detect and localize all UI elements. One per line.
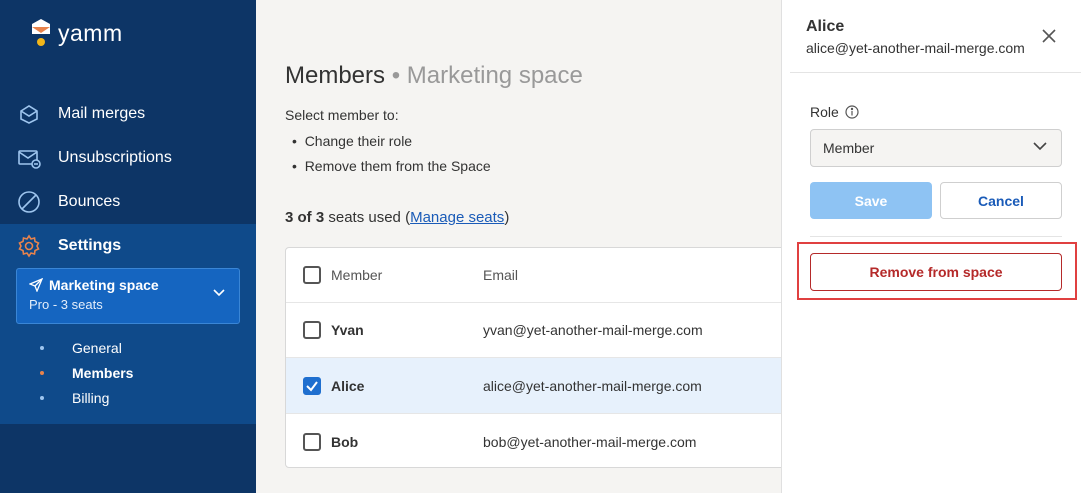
chevron-down-icon bbox=[213, 289, 225, 297]
divider bbox=[810, 236, 1062, 237]
space-plan: Pro - 3 seats bbox=[29, 297, 103, 312]
logo-text: yamm bbox=[58, 19, 123, 46]
instruction-item: • Remove them from the Space bbox=[292, 158, 491, 174]
remove-from-space-button[interactable]: Remove from space bbox=[810, 253, 1062, 291]
nav-label: Bounces bbox=[58, 193, 121, 210]
page-title-sub: Marketing space bbox=[406, 62, 583, 89]
seats-suffix: seats used bbox=[324, 209, 401, 226]
space-selector[interactable]: Marketing space Pro - 3 seats bbox=[16, 268, 240, 324]
table-row[interactable]: Yvan yvan@yet-another-mail-merge.com bbox=[286, 303, 804, 358]
paren-open: ( bbox=[400, 209, 411, 226]
member-email: bob@yet-another-mail-merge.com bbox=[483, 433, 697, 450]
cancel-button[interactable]: Cancel bbox=[940, 182, 1062, 219]
member-name: Bob bbox=[331, 433, 359, 450]
nav-label: Unsubscriptions bbox=[58, 149, 172, 166]
sub-nav-general[interactable]: General bbox=[40, 340, 122, 356]
member-email: yvan@yet-another-mail-merge.com bbox=[483, 322, 703, 338]
bullet-dot bbox=[40, 396, 44, 400]
sub-nav-members[interactable]: Members bbox=[40, 365, 133, 381]
chevron-down-icon bbox=[1033, 142, 1047, 151]
space-name: Marketing space bbox=[49, 277, 159, 293]
sub-nav-label: Members bbox=[72, 365, 134, 381]
save-button[interactable]: Save bbox=[810, 182, 932, 219]
settings-section: Settings Marketing space Pro - 3 seats G… bbox=[0, 224, 256, 424]
member-email: alice@yet-another-mail-merge.com bbox=[483, 377, 702, 394]
paren-close: ) bbox=[504, 209, 510, 226]
member-name: Alice bbox=[331, 377, 365, 394]
column-header-email: Email bbox=[483, 267, 519, 283]
table-header: Member Email bbox=[286, 248, 804, 303]
page-title: Members • Marketing space bbox=[285, 62, 583, 90]
row-checkbox[interactable] bbox=[303, 321, 321, 339]
nav-settings[interactable]: Settings bbox=[0, 224, 256, 268]
instruction-text: Remove them from the Space bbox=[304, 158, 491, 174]
column-header-member: Member bbox=[331, 267, 383, 283]
nav-label: Settings bbox=[58, 237, 122, 254]
role-label-text: Role bbox=[810, 104, 839, 120]
nav-mail-merges[interactable]: Mail merges bbox=[0, 92, 256, 136]
sub-nav-label: Billing bbox=[72, 390, 110, 406]
close-icon[interactable] bbox=[1041, 28, 1057, 44]
select-all-checkbox[interactable] bbox=[303, 266, 321, 284]
logo[interactable]: yamm bbox=[30, 18, 123, 48]
row-checkbox[interactable] bbox=[303, 376, 321, 395]
sidebar: yamm Mail merges Unsubscriptions Bounces bbox=[0, 0, 256, 493]
nav-bounces[interactable]: Bounces bbox=[0, 180, 256, 224]
space-name-row: Marketing space bbox=[29, 277, 227, 293]
role-select[interactable]: Member bbox=[810, 129, 1062, 167]
nav-unsubscriptions[interactable]: Unsubscriptions bbox=[0, 136, 256, 180]
divider bbox=[790, 72, 1081, 73]
member-name: Yvan bbox=[331, 322, 364, 338]
row-checkbox[interactable] bbox=[303, 432, 321, 451]
sub-nav-billing[interactable]: Billing bbox=[40, 390, 109, 406]
member-detail-panel: Alice alice@yet-another-mail-merge.com R… bbox=[781, 0, 1081, 493]
role-select-value: Member bbox=[823, 140, 875, 156]
sub-nav-label: General bbox=[72, 340, 122, 356]
checkmark-icon bbox=[306, 380, 318, 392]
intro-text: Select member to: bbox=[285, 107, 399, 123]
instruction-item: • Change their role bbox=[292, 133, 413, 149]
unsubscribe-mail-icon bbox=[16, 145, 42, 171]
members-table: Member Email Yvan yvan@yet-another-mail-… bbox=[285, 247, 805, 468]
seats-count: 3 of 3 bbox=[285, 209, 325, 226]
nav-label: Mail merges bbox=[58, 105, 146, 122]
bullet-dot bbox=[40, 371, 44, 375]
role-label: Role bbox=[810, 104, 859, 120]
panel-member-email: alice@yet-another-mail-merge.com bbox=[806, 40, 1025, 56]
manage-seats-link[interactable]: Manage seats bbox=[410, 209, 504, 226]
table-row[interactable]: Alice alice@yet-another-mail-merge.com bbox=[286, 358, 804, 414]
mail-merge-icon bbox=[16, 101, 42, 127]
page-title-main: Members bbox=[285, 62, 386, 89]
seats-summary: 3 of 3 seats used (Manage seats) bbox=[285, 209, 509, 226]
info-icon[interactable] bbox=[845, 105, 859, 119]
bullet-dot bbox=[40, 346, 44, 350]
send-icon bbox=[29, 278, 43, 292]
page-title-separator: • bbox=[385, 62, 407, 89]
yamm-logo-icon bbox=[32, 19, 50, 46]
instruction-text: Change their role bbox=[304, 133, 413, 149]
bounce-icon bbox=[16, 189, 42, 215]
panel-member-name: Alice bbox=[806, 18, 845, 35]
table-row[interactable]: Bob bob@yet-another-mail-merge.com bbox=[286, 414, 804, 467]
gear-icon bbox=[16, 233, 42, 259]
